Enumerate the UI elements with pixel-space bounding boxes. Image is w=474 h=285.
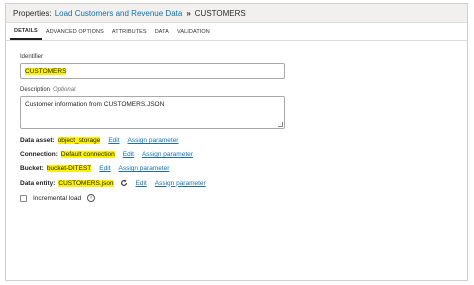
data-asset-edit-link[interactable]: Edit	[108, 137, 119, 144]
identifier-input[interactable]: CUSTOMERS	[20, 63, 285, 79]
tab-validation[interactable]: VALIDATION	[173, 24, 214, 40]
bucket-value: bucket-DITEST	[46, 165, 92, 172]
resize-handle-icon[interactable]	[278, 122, 283, 127]
incremental-load-checkbox[interactable]	[20, 194, 27, 202]
data-asset-assign-parameter-link[interactable]: Assign parameter	[128, 137, 179, 144]
description-value: Customer information from CUSTOMERS.JSON	[25, 101, 165, 108]
description-optional-hint: Optional	[53, 87, 76, 93]
info-icon[interactable]: i	[87, 194, 96, 202]
header-current-operator: CUSTOMERS	[194, 8, 246, 18]
data-entity-row: Data entity: CUSTOMERS.json Edit Assign …	[20, 179, 206, 187]
description-label: Description Optional	[20, 87, 75, 93]
data-entity-value: CUSTOMERS.json	[58, 179, 114, 187]
bucket-label: Bucket:	[20, 165, 44, 172]
description-textarea[interactable]: Customer information from CUSTOMERS.JSON	[20, 96, 285, 129]
description-label-text: Description	[20, 87, 51, 93]
data-entity-assign-parameter-link[interactable]: Assign parameter	[155, 180, 206, 187]
properties-panel: Properties: Load Customers and Revenue D…	[5, 3, 468, 281]
incremental-load-row: Incremental load i	[20, 194, 96, 202]
data-entity-label: Data entity:	[20, 179, 56, 187]
bucket-row: Bucket: bucket-DITEST Edit Assign parame…	[20, 165, 169, 172]
tab-data[interactable]: DATA	[151, 24, 173, 40]
connection-row: Connection: Default connection Edit Assi…	[20, 151, 193, 158]
tab-details[interactable]: DETAILS	[10, 24, 42, 40]
identifier-label: Identifier	[20, 54, 44, 60]
properties-header: Properties: Load Customers and Revenue D…	[6, 4, 467, 23]
refresh-icon[interactable]	[120, 179, 128, 187]
tab-advanced-options[interactable]: ADVANCED OPTIONS	[42, 24, 108, 40]
data-entity-edit-link[interactable]: Edit	[136, 180, 147, 187]
connection-assign-parameter-link[interactable]: Assign parameter	[142, 151, 193, 158]
identifier-value: CUSTOMERS	[25, 67, 67, 75]
data-asset-label: Data asset:	[20, 137, 55, 144]
bucket-edit-link[interactable]: Edit	[99, 165, 110, 172]
header-task-link[interactable]: Load Customers and Revenue Data	[55, 9, 183, 18]
breadcrumb-separator: »	[186, 8, 191, 18]
connection-value: Default connection	[60, 151, 115, 158]
bucket-assign-parameter-link[interactable]: Assign parameter	[118, 165, 169, 172]
connection-edit-link[interactable]: Edit	[123, 151, 134, 158]
properties-tabs: DETAILS ADVANCED OPTIONS ATTRIBUTES DATA…	[6, 24, 467, 41]
tab-attributes[interactable]: ATTRIBUTES	[108, 24, 151, 40]
data-asset-row: Data asset: object_storage Edit Assign p…	[20, 137, 178, 144]
data-asset-value: object_storage	[57, 137, 101, 144]
connection-label: Connection:	[20, 151, 58, 158]
header-prefix: Properties:	[13, 8, 52, 18]
incremental-load-label: Incremental load	[33, 194, 82, 202]
